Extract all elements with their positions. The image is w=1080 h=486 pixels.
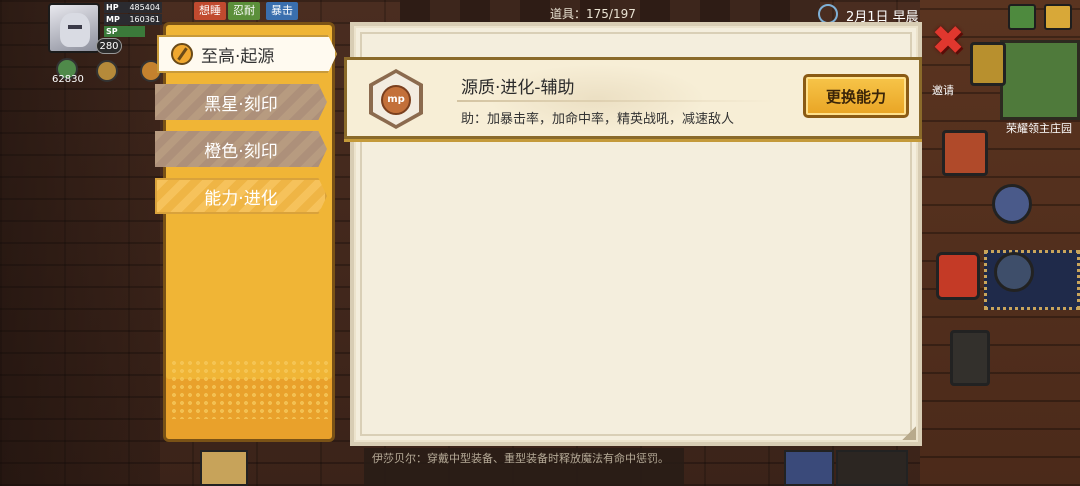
ability-description: 助：加暴击率，加命中率，精英战吼，减速敌人 [461,112,735,127]
sp-bar: SP [104,26,145,37]
tab-label: 黑星·刻印 [204,94,278,115]
ability-card: mp 源质·进化-辅助 助：加暴击率，加命中率，精英战吼，减速敌人 更换能力 [344,57,922,139]
currency-value: 62830 [52,74,84,85]
bottom-tile-dark [836,450,908,486]
mp-badge-icon: mp [381,85,411,115]
tab-label: 至高·起源 [201,46,275,67]
trophy-icon[interactable] [942,130,988,176]
expand-icon[interactable] [1044,4,1072,30]
resize-corner-icon [902,426,916,440]
change-ability-button[interactable]: 更换能力 [803,74,909,118]
player-level-badge: 280 [96,38,122,54]
bow-icon[interactable] [950,330,990,386]
tab-label: 能力·进化 [204,188,278,209]
inventory-count: 道具：175/197 [550,7,636,21]
weather-sun-icon [818,4,838,24]
player-stat-bars: HP 485404 MP 160361 SP [104,2,162,38]
tab-ability-evolution[interactable]: 能力·进化 [155,178,327,214]
ability-title: 源质·进化-辅助 [461,78,575,98]
player-avatar[interactable] [48,3,100,53]
hp-value: 485404 [129,3,160,12]
status-chip-sleepy[interactable]: 想睡 [194,2,226,20]
tab-orange-engraving[interactable]: 橙色·刻印 [155,131,327,167]
bottom-tile-left [200,450,248,486]
hp-label: HP [106,3,119,12]
rank-icon[interactable] [96,60,118,82]
shop-icon[interactable] [936,252,980,300]
invite-label: 邀请 [932,84,954,97]
hp-bar: HP 485404 [104,2,162,13]
mp-bar: MP 160361 [104,14,162,25]
invite-icon[interactable] [970,42,1006,86]
bottom-tile-blue [784,450,834,486]
tab-black-star-engraving[interactable]: 黑星·刻印 [155,84,327,120]
close-button[interactable]: ✖ [928,21,968,61]
background-garden-tile [1000,40,1080,120]
tab-supreme-origin[interactable]: 至高·起源 [157,35,337,73]
map-icon[interactable] [1008,4,1036,30]
origin-icon [171,43,193,65]
mp-value: 160361 [129,15,160,24]
anchor-icon[interactable] [994,252,1034,292]
ability-divider [457,100,777,102]
tab-label: 橙色·刻印 [204,141,278,162]
manor-label: 荣耀领主庄园 [1006,122,1072,135]
status-chip-crit[interactable]: 暴击 [266,2,298,20]
character-tooltip: 伊莎贝尔：穿戴中型装备、重型装备时释放魔法有命中惩罚。 [364,448,684,486]
sp-label: SP [106,27,118,36]
background-left-shade [0,0,160,486]
ability-emblem-icon: mp [369,69,423,129]
status-chip-endure[interactable]: 忍耐 [228,2,260,20]
settings-hex-icon[interactable] [992,184,1032,224]
mp-label: MP [106,15,120,24]
